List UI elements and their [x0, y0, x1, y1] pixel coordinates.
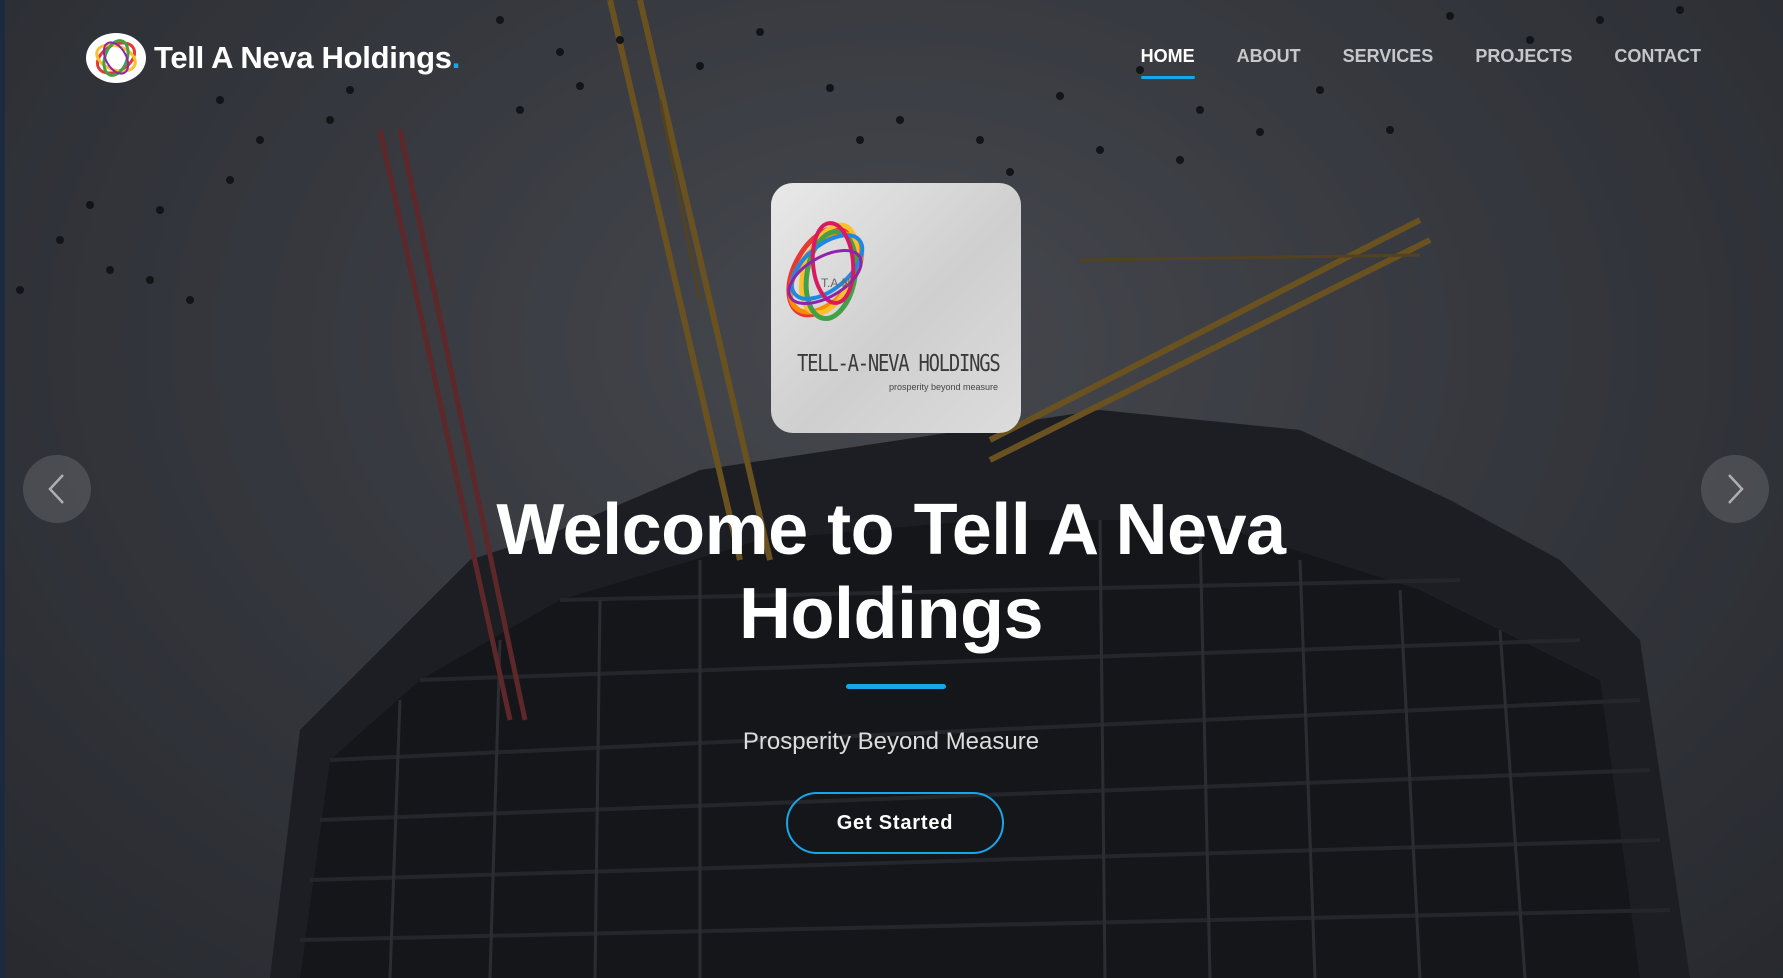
title-underline	[846, 684, 946, 689]
logo-tagline: prosperity beyond measure	[889, 382, 999, 392]
nav-item-contact[interactable]: CONTACT	[1614, 46, 1701, 79]
nav-item-about[interactable]: ABOUT	[1237, 46, 1301, 79]
nav-item-home[interactable]: HOME	[1140, 46, 1195, 79]
carousel-prev-button[interactable]	[23, 455, 91, 523]
chevron-right-icon	[1728, 474, 1744, 504]
tan-logo-icon	[86, 33, 146, 83]
left-edge-border	[0, 0, 5, 978]
brand-dot: .	[451, 40, 461, 75]
chevron-left-icon	[48, 474, 64, 504]
nav-item-projects[interactable]: PROJECTS	[1475, 46, 1572, 79]
hero-subtitle: Prosperity Beyond Measure	[742, 728, 1040, 755]
main-nav: HOME ABOUT SERVICES PROJECTS CONTACT	[1099, 46, 1701, 79]
carousel-next-button[interactable]	[1701, 455, 1769, 523]
get-started-button[interactable]: Get Started	[786, 792, 1004, 854]
brand[interactable]: Tell A Neva Holdings .	[86, 33, 460, 83]
brand-name: Tell A Neva Holdings	[154, 40, 452, 75]
logo-wordmark: TELL-A-NEVA HOLDINGS	[797, 351, 1001, 377]
nav-item-services[interactable]: SERVICES	[1343, 46, 1434, 79]
site-header: Tell A Neva Holdings . HOME ABOUT SERVIC…	[0, 0, 1783, 116]
company-logo-card: T.A.N TELL-A-NEVA HOLDINGS prosperity be…	[771, 183, 1021, 433]
hero-title: Welcome to Tell A Neva Holdings	[496, 490, 1286, 654]
rings-logo-icon	[786, 221, 865, 322]
logo-initials: T.A.N	[821, 276, 851, 290]
